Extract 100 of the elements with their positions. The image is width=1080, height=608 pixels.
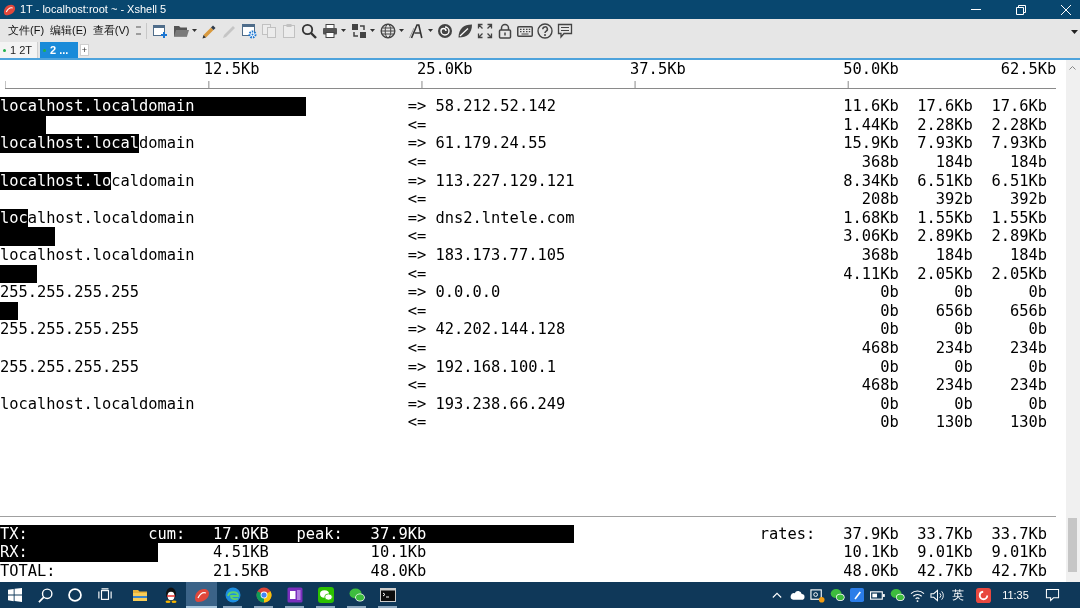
rate-value: 2.89Kb <box>991 227 1047 246</box>
rate-value: 184b <box>935 152 973 171</box>
tab[interactable]: 1 2T <box>0 42 38 58</box>
rate-value: 392b <box>935 190 973 209</box>
host-name: localhost.localdomain <box>0 171 195 190</box>
peak-value: 48.0Kb <box>370 562 427 581</box>
rate-value: 130b <box>935 413 973 432</box>
rate-value: 0b <box>880 283 899 302</box>
clock-button[interactable]: 11:35 <box>995 582 1036 608</box>
minimize-icon <box>970 9 981 10</box>
rate-value: 0b <box>880 413 899 432</box>
host-name: localhost.localdomain <box>0 97 195 116</box>
rate-value: 42.7Kb <box>991 562 1047 581</box>
rate-value: 7.93Kb <box>917 134 973 153</box>
status-dot-icon <box>43 48 46 52</box>
rate-value: 0b <box>880 301 899 320</box>
rate-value: 0b <box>954 283 973 302</box>
total-label: RX: <box>0 543 28 562</box>
rate-value: 368b <box>861 152 899 171</box>
window-badge-icon[interactable] <box>809 587 825 603</box>
chat-bubbles-icon[interactable] <box>889 588 905 602</box>
direction-arrow: <= <box>407 301 427 320</box>
direction-arrow: => <box>407 171 427 190</box>
rate-value: 17.6Kb <box>991 97 1047 116</box>
rate-value: 0b <box>954 357 973 376</box>
rate-value: 0b <box>1028 357 1047 376</box>
direction-arrow: <= <box>407 227 427 246</box>
window-panes-icon <box>8 588 22 602</box>
chat-bubbles-icon[interactable] <box>829 588 845 602</box>
rate-value: 4.11Kb <box>843 264 899 283</box>
circle-icon <box>68 588 82 602</box>
rate-value: 7.93Kb <box>991 134 1047 153</box>
direction-arrow: => <box>407 208 427 227</box>
stacked-windows-icon <box>98 588 112 602</box>
scroll-up-icon[interactable] <box>1069 66 1077 70</box>
rate-value: 6.51Kb <box>991 171 1047 190</box>
direction-arrow: <= <box>407 152 427 171</box>
battery-icon[interactable] <box>869 590 885 600</box>
rate-value: 656b <box>1009 301 1047 320</box>
wifi-icon[interactable] <box>909 588 925 602</box>
notebook-icon <box>286 587 303 603</box>
cloud-icon[interactable] <box>789 590 805 600</box>
direction-arrow: => <box>407 357 427 376</box>
remote-host: dns2.lntele.com <box>435 208 575 227</box>
host-name: localhost.localdomain <box>0 394 195 413</box>
rate-value: 0b <box>954 394 973 413</box>
cumulative-value: 4.51KB <box>213 543 269 562</box>
rate-value: 0b <box>1028 320 1047 339</box>
wave-logo-icon <box>224 587 241 603</box>
host-name: 255.255.255.255 <box>0 357 139 376</box>
input-method-button[interactable]: 英 <box>947 582 968 608</box>
speaker-icon[interactable] <box>930 588 944 602</box>
direction-arrow: => <box>407 394 427 413</box>
host-name: 255.255.255.255 <box>0 283 139 302</box>
rate-value: 234b <box>1009 338 1047 357</box>
close-icon <box>1061 4 1071 15</box>
new-tab-button[interactable]: + <box>80 44 89 56</box>
window-title: 1T - localhost:root ~ - Xshell 5 <box>20 3 167 16</box>
rate-value: 0b <box>880 357 899 376</box>
menu-item[interactable]: 查看(V) <box>89 20 133 41</box>
logo-tile-icon[interactable] <box>976 587 991 603</box>
remote-host: 0.0.0.0 <box>435 283 501 302</box>
scrollbar-thumb[interactable] <box>1068 518 1078 572</box>
swirl-logo-icon <box>3 3 16 16</box>
terminal-icon <box>379 587 396 603</box>
direction-arrow: => <box>407 283 427 302</box>
total-label: TOTAL: <box>0 562 56 581</box>
direction-arrow: => <box>407 134 427 153</box>
app-tile-icon[interactable] <box>850 588 864 602</box>
rate-value: 2.28Kb <box>991 115 1047 134</box>
rate-value: 184b <box>1009 245 1047 264</box>
direction-arrow: => <box>407 320 427 339</box>
rate-value: 0b <box>954 320 973 339</box>
rate-value: 8.34Kb <box>843 171 899 190</box>
rate-value: 656b <box>935 301 973 320</box>
peak-value: 10.1Kb <box>370 543 427 562</box>
notification-icon[interactable] <box>1044 588 1060 602</box>
tab[interactable]: 2 ... <box>40 42 78 58</box>
scale-label: 37.5Kb <box>630 60 686 79</box>
rate-value: 10.1Kb <box>843 543 899 562</box>
rate-value: 37.9Kb <box>843 524 899 543</box>
rate-value: 11.6Kb <box>843 97 899 116</box>
menu-item[interactable]: 文件(F) <box>5 20 48 41</box>
remote-host: 193.238.66.249 <box>435 394 566 413</box>
chevron-up-icon[interactable] <box>772 592 782 598</box>
caret-icon[interactable] <box>1071 29 1078 34</box>
rate-value: 468b <box>861 376 899 395</box>
rate-value: 0b <box>1028 394 1047 413</box>
rate-value: 2.89Kb <box>917 227 973 246</box>
rate-value: 3.06Kb <box>843 227 899 246</box>
rate-value: 0b <box>1028 283 1047 302</box>
rate-value: 1.68Kb <box>843 208 899 227</box>
host-name: localhost.localdomain <box>0 208 195 227</box>
direction-arrow: <= <box>407 190 427 209</box>
rate-value: 234b <box>935 376 973 395</box>
rate-value: 2.28Kb <box>917 115 973 134</box>
menu-item[interactable]: 编辑(E) <box>47 20 90 41</box>
chat-bubbles-icon <box>348 587 365 603</box>
search-icon <box>37 587 53 603</box>
rate-value: 368b <box>861 245 899 264</box>
